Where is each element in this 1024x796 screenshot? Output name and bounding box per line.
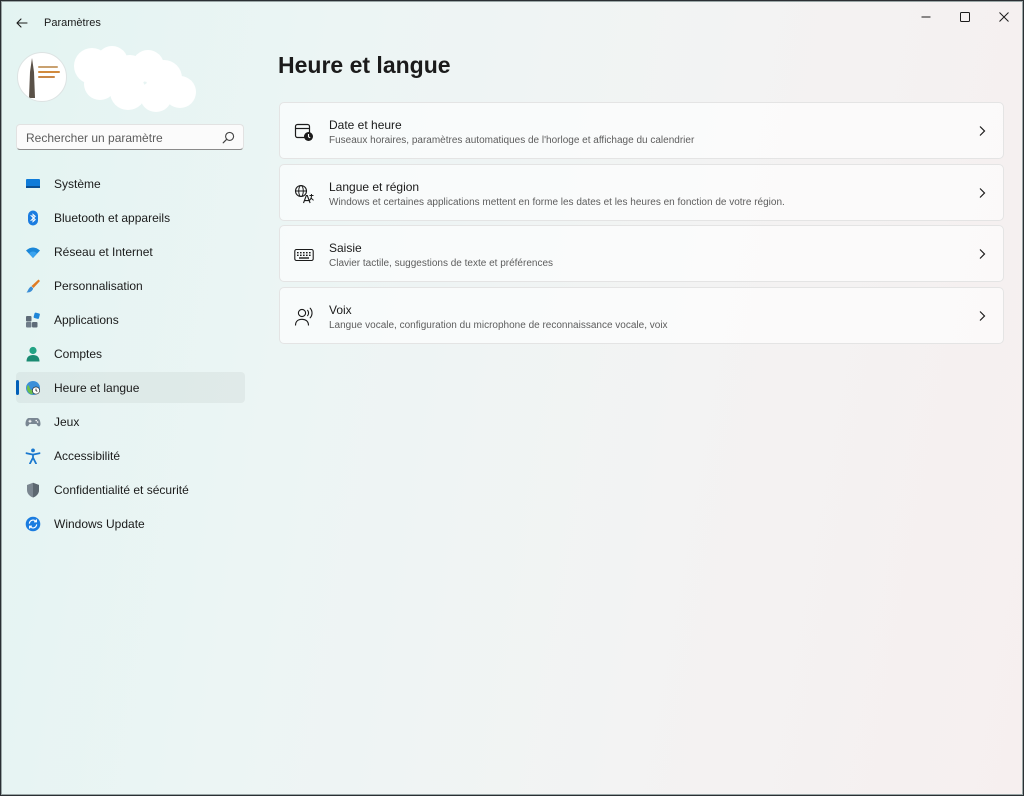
- sidebar-item-comptes[interactable]: Comptes: [16, 338, 245, 369]
- chevron-right-icon: [979, 249, 986, 259]
- sidebar-item-jeux[interactable]: Jeux: [16, 406, 245, 437]
- sidebar-item-label: Windows Update: [54, 517, 145, 531]
- maximize-icon: [960, 12, 970, 22]
- arrow-left-icon: [16, 18, 28, 28]
- sidebar-item-accessibilite[interactable]: Accessibilité: [16, 440, 245, 471]
- chevron-right-icon: [979, 126, 986, 136]
- shield-icon: [27, 482, 39, 498]
- update-icon: [25, 516, 41, 532]
- card-date-heure[interactable]: Date et heure Fuseaux horaires, paramètr…: [279, 102, 1004, 159]
- sidebar-item-confidentialite[interactable]: Confidentialité et sécurité: [16, 474, 245, 505]
- close-button[interactable]: [984, 2, 1022, 32]
- card-saisie[interactable]: Saisie Clavier tactile, suggestions de t…: [279, 225, 1004, 282]
- sidebar-item-label: Comptes: [54, 347, 103, 361]
- time-language-icon: [26, 381, 40, 395]
- search-icon: [222, 131, 235, 144]
- voice-icon: [294, 307, 313, 326]
- language-icon: [294, 184, 314, 203]
- card-title: Langue et région: [329, 179, 420, 194]
- sidebar-item-label: Système: [54, 177, 101, 191]
- wifi-icon: [26, 247, 40, 258]
- sidebar-item-label: Réseau et Internet: [54, 245, 153, 259]
- chevron-right-icon: [979, 310, 986, 321]
- sidebar-item-systeme[interactable]: Système: [16, 168, 245, 199]
- card-langue-region[interactable]: Langue et région Windows et certaines ap…: [279, 163, 1004, 221]
- card-title: Saisie: [329, 241, 362, 255]
- sidebar-item-bluetooth[interactable]: Bluetooth et appareils: [16, 202, 245, 233]
- keyboard-icon: [294, 248, 314, 262]
- gamepad-icon: [25, 418, 41, 427]
- app-title: Paramètres: [44, 17, 101, 29]
- sidebar-item-label: Personnalisation: [54, 279, 143, 293]
- sidebar-item-heure-langue[interactable]: Heure et langue: [16, 372, 245, 403]
- system-icon: [26, 179, 40, 188]
- user-name-redacted: [74, 46, 196, 112]
- apps-icon: [26, 312, 40, 328]
- accessibility-icon: [25, 448, 41, 464]
- brush-icon: [26, 279, 40, 293]
- card-title: Date et heure: [329, 118, 402, 132]
- card-description: Fuseaux horaires, paramètres automatique…: [329, 135, 695, 146]
- page-title: Heure et langue: [278, 52, 451, 78]
- title-bar: Paramètres: [2, 2, 1022, 42]
- sidebar-item-label: Heure et langue: [54, 381, 140, 395]
- card-title: Voix: [329, 302, 352, 317]
- account-icon: [26, 346, 40, 362]
- settings-window: Paramètres Rechercher un paramètre Systè…: [1, 1, 1023, 795]
- maximize-button[interactable]: [945, 2, 985, 32]
- card-description: Langue vocale, configuration du micropho…: [329, 319, 668, 331]
- card-description: Clavier tactile, suggestions de texte et…: [329, 258, 554, 269]
- bluetooth-icon: [28, 210, 38, 226]
- calendar-clock-icon: [294, 123, 313, 141]
- sidebar-nav: Système Bluetooth et appareils Réseau et…: [16, 168, 245, 542]
- close-icon: [999, 12, 1009, 22]
- back-button[interactable]: [8, 10, 36, 36]
- sidebar-item-label: Bluetooth et appareils: [54, 211, 171, 225]
- card-description: Windows et certaines applications metten…: [329, 196, 785, 208]
- sidebar-item-applications[interactable]: Applications: [16, 304, 245, 335]
- sidebar-item-label: Accessibilité: [54, 449, 121, 463]
- church-spire-image: [29, 58, 35, 98]
- settings-cards: Date et heure Fuseaux horaires, paramètr…: [279, 102, 1004, 348]
- card-voix[interactable]: Voix Langue vocale, configuration du mic…: [279, 286, 1004, 344]
- avatar[interactable]: [17, 52, 67, 102]
- search-input[interactable]: [26, 129, 216, 146]
- search-box[interactable]: [16, 124, 244, 150]
- sidebar-item-label: Jeux: [54, 415, 80, 429]
- sidebar-item-label: Confidentialité et sécurité: [54, 483, 189, 497]
- sidebar-item-windows-update[interactable]: Windows Update: [16, 508, 245, 539]
- minimize-button[interactable]: [906, 2, 946, 32]
- sidebar-item-personnalisation[interactable]: Personnalisation: [16, 270, 245, 301]
- sidebar-item-reseau[interactable]: Réseau et Internet: [16, 236, 245, 267]
- sidebar-item-label: Applications: [54, 313, 119, 327]
- minimize-icon: [921, 16, 931, 18]
- chevron-right-icon: [979, 187, 986, 198]
